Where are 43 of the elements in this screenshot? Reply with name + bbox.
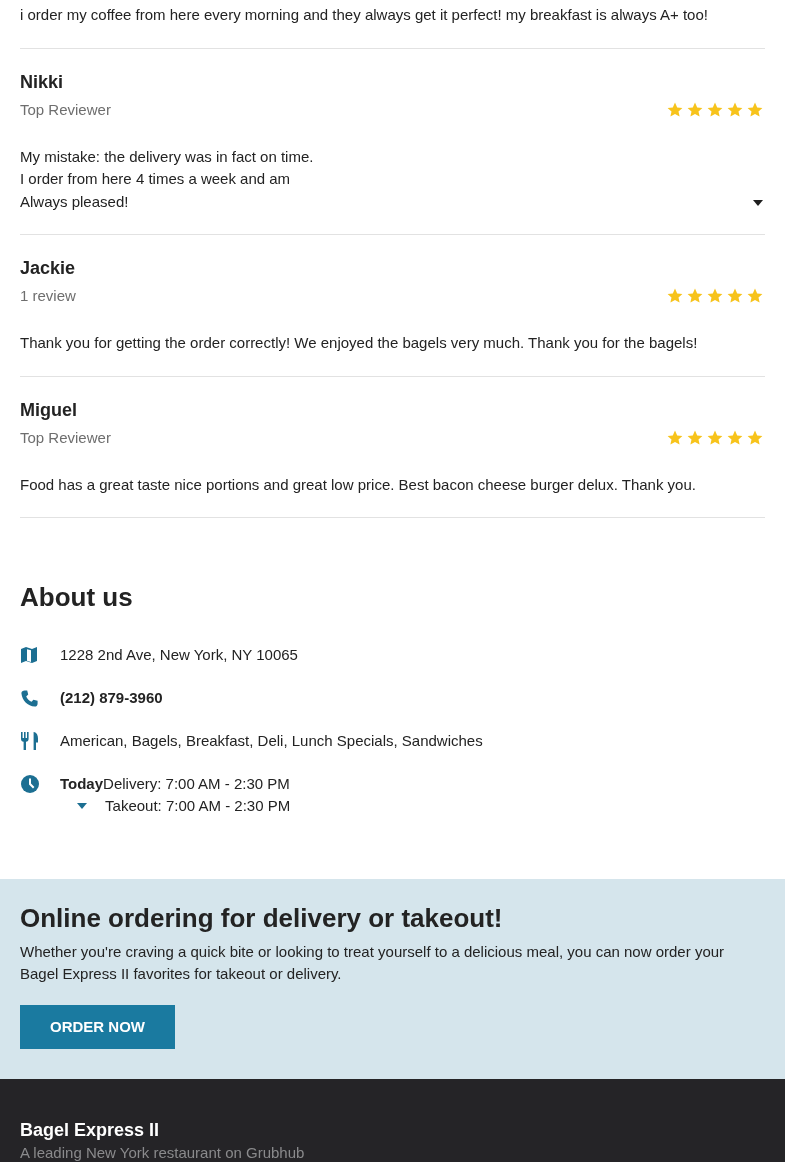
day-label: Today xyxy=(60,774,104,794)
star-icon xyxy=(727,288,743,304)
order-now-button[interactable]: ORDER NOW xyxy=(20,1005,175,1049)
reviewer-subtitle: 1 review xyxy=(20,286,76,306)
star-icon xyxy=(707,101,723,118)
star-icon xyxy=(687,101,703,118)
caret-icon xyxy=(76,803,87,809)
star-icon xyxy=(707,288,723,304)
review-text: Thank you for getting the order correctly! We enjoyed the bagels very much. Thank you for the bagels! xyxy=(20,333,698,353)
fork-knife-icon xyxy=(21,732,38,750)
address-text: 1228 2nd Ave, New York, NY 10065 xyxy=(60,645,298,665)
restaurant-name: Bagel Express II xyxy=(20,1119,160,1141)
star-icon xyxy=(687,429,703,446)
review-text: Food has a great taste nice portions and great low price. Best bacon cheese burger delux. Thank you. xyxy=(20,474,696,495)
hours-text: Takeout: 7:00 AM - 2:30 PM xyxy=(104,796,291,816)
footer-tagline: A leading New York restaurant on Grubhub xyxy=(20,1144,305,1162)
reviewer-name: Nikki xyxy=(20,70,64,93)
star-icon xyxy=(747,101,763,118)
star-icon xyxy=(707,429,723,446)
reviewer-name: Miguel xyxy=(20,398,77,421)
clock-icon xyxy=(21,775,39,793)
star-icon xyxy=(727,429,743,446)
promo-text: Whether you're craving a quick bite or looking to treat yourself to a delicious meal, you can now order your Bagel Express II favorites for takeout or delivery. xyxy=(20,942,726,984)
star-icon xyxy=(747,429,763,446)
star-icon xyxy=(727,101,743,118)
caret-icon xyxy=(753,200,763,206)
reviewer-name: Jackie xyxy=(20,257,76,279)
cuisine-text: American, Bagels, Breakfast, Deli, Lunch Specials, Sandwiches xyxy=(60,731,483,751)
star-icon xyxy=(667,288,683,304)
promo-heading: Online ordering for delivery or takeout! xyxy=(20,902,503,934)
star-icon xyxy=(667,101,683,118)
map-icon xyxy=(21,647,37,663)
review-text: My mistake: the delivery was in fact on time. I order from here 4 times a week and am Always pleased! xyxy=(20,146,314,212)
reviewer-subtitle: Top Reviewer xyxy=(20,427,111,448)
phone-icon xyxy=(21,689,38,707)
star-icon xyxy=(687,288,703,304)
hours-text: Delivery: 7:00 AM - 2:30 PM xyxy=(103,774,291,794)
star-icon xyxy=(747,288,763,304)
phone-link[interactable]: (212) 879-3960 xyxy=(60,687,163,709)
review-text: i order my coffee from here every morning and they always get it perfect! my breakfast is always A+ too! xyxy=(20,5,708,25)
star-icon xyxy=(667,429,683,446)
section-heading: About us xyxy=(20,581,133,613)
reviewer-subtitle: Top Reviewer xyxy=(20,99,111,120)
